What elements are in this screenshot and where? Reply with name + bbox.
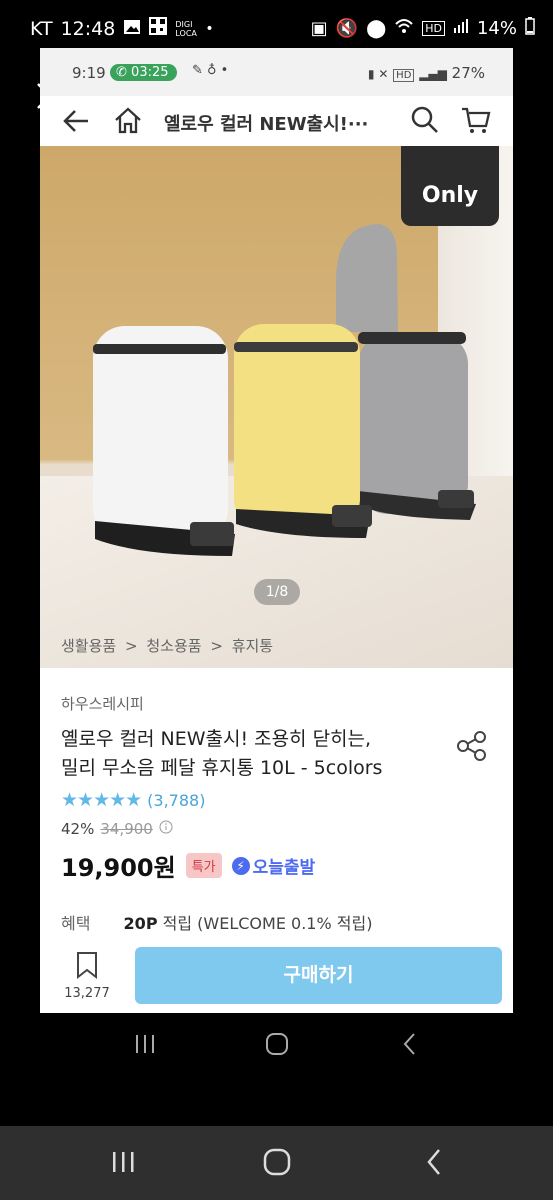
location-icon: ⬤ (366, 18, 387, 39)
benefit-detail: 적립 (WELCOME 0.1% 적립) (162, 914, 373, 933)
home-button-icon[interactable] (265, 1032, 289, 1060)
benefit-row: 혜택 20P 적립 (WELCOME 0.1% 적립) (61, 910, 372, 934)
breadcrumb-item[interactable]: 휴지통 (232, 637, 273, 655)
lightning-icon: ⚡ (231, 856, 250, 875)
breadcrumb-item[interactable]: 청소용품 (146, 637, 201, 655)
page-title: 옐로우 컬러 NEW출시!··· (164, 114, 369, 135)
cart-icon[interactable] (460, 105, 492, 139)
inner-battery-percent: 27% (451, 64, 485, 82)
inner-notification-icons: ✎ ♁ • (192, 63, 229, 78)
mute-icon: 🔇 (335, 18, 359, 39)
review-count: (3,788) (147, 790, 206, 810)
search-icon[interactable] (410, 105, 440, 139)
info-icon[interactable] (159, 820, 173, 838)
product-title-line2: 밀리 무소음 페달 휴지통 10L - 5colors (61, 757, 383, 779)
breadcrumb-item[interactable]: 생활용품 (61, 637, 116, 655)
original-price: 34,900 (100, 820, 153, 838)
inner-signal-icon: ▂▄▆ (419, 67, 447, 81)
benefit-points: 20P (123, 914, 158, 933)
price-row: 19,900원 특가 ⚡ 오늘출발 (61, 848, 315, 883)
qr-icon (149, 17, 168, 40)
recents-icon[interactable] (110, 1150, 136, 1178)
back-arrow-icon[interactable] (60, 106, 92, 140)
carrier-label: KT (30, 17, 53, 40)
discount-rate: 42% (61, 820, 95, 838)
inner-status-bar: 9:19 ✆ 03:25 ✎ ♁ • ▮ ✕ HD ▂▄▆ 27% (40, 48, 513, 96)
bookmark-count: 13,277 (64, 986, 110, 1001)
inner-nav-bar (0, 1013, 553, 1077)
sale-price: 19,900원 (61, 854, 176, 882)
battery-icon (525, 17, 535, 40)
screenshot-frame: 9:19 ✆ 03:25 ✎ ♁ • ▮ ✕ HD ▂▄▆ 27% 옐로우 컬러… (40, 48, 513, 1013)
product-title: 옐로우 컬러 NEW출시! 조용히 닫히는, 밀리 무소음 페달 휴지통 10L… (61, 725, 441, 783)
app-bar: 옐로우 컬러 NEW출시!··· (40, 96, 513, 146)
bottom-action-bar: 13,277 구매하기 (40, 938, 513, 1013)
buy-button[interactable]: 구매하기 (135, 947, 502, 1004)
chevron-right-icon: > (210, 637, 223, 655)
discount-row: 42% 34,900 (61, 820, 173, 838)
share-icon[interactable] (456, 730, 488, 762)
gallery-icon (123, 18, 141, 40)
hd-icon: HD (422, 21, 445, 36)
phone-icon: ✆ (116, 65, 127, 80)
dot-icon: • (205, 20, 214, 37)
bookmark-icon (77, 952, 97, 980)
digi-loca-label: DIGI LOCA (175, 19, 197, 38)
rating-stars: ★★★★★ (61, 789, 142, 811)
breadcrumb: 생활용품 > 청소용품 > 휴지통 (61, 635, 277, 656)
nfc-icon: ▣ (310, 18, 328, 39)
image-counter: 1/8 (254, 579, 300, 605)
product-image[interactable]: Only 1/8 (40, 146, 513, 668)
clock: 12:48 (60, 17, 116, 40)
inner-clock: 9:19 (72, 64, 106, 82)
brand-name[interactable]: 하우스레시피 (61, 693, 144, 714)
call-timer-pill[interactable]: ✆ 03:25 (110, 64, 177, 81)
home-icon[interactable] (112, 105, 144, 139)
inner-hd-icon: HD (393, 69, 415, 82)
battery-percent: 14% (476, 18, 517, 39)
special-deal-badge: 특가 (185, 853, 222, 878)
rating[interactable]: ★★★★★ (3,788) (61, 789, 205, 811)
home-button-icon[interactable] (263, 1148, 291, 1180)
product-title-line1: 옐로우 컬러 NEW출시! 조용히 닫히는, (61, 728, 372, 750)
back-icon[interactable] (424, 1148, 444, 1180)
wifi-icon (394, 18, 414, 39)
call-timer: 03:25 (131, 65, 169, 80)
only-badge: Only (401, 146, 499, 226)
benefit-label: 혜택 (61, 914, 91, 933)
same-day-label: 오늘출발 (252, 858, 316, 878)
back-icon[interactable] (400, 1032, 420, 1060)
bookmark-button[interactable]: 13,277 (64, 950, 110, 1001)
signal-icon (453, 18, 469, 39)
inner-status-right: ▮ ✕ HD ▂▄▆ 27% (368, 64, 485, 82)
same-day-shipping-badge: ⚡ 오늘출발 (231, 853, 316, 878)
chevron-right-icon: > (124, 637, 138, 655)
inner-mute-icon: ▮ ✕ (367, 67, 389, 81)
system-nav-bar (0, 1126, 553, 1200)
recents-icon[interactable] (133, 1033, 157, 1059)
